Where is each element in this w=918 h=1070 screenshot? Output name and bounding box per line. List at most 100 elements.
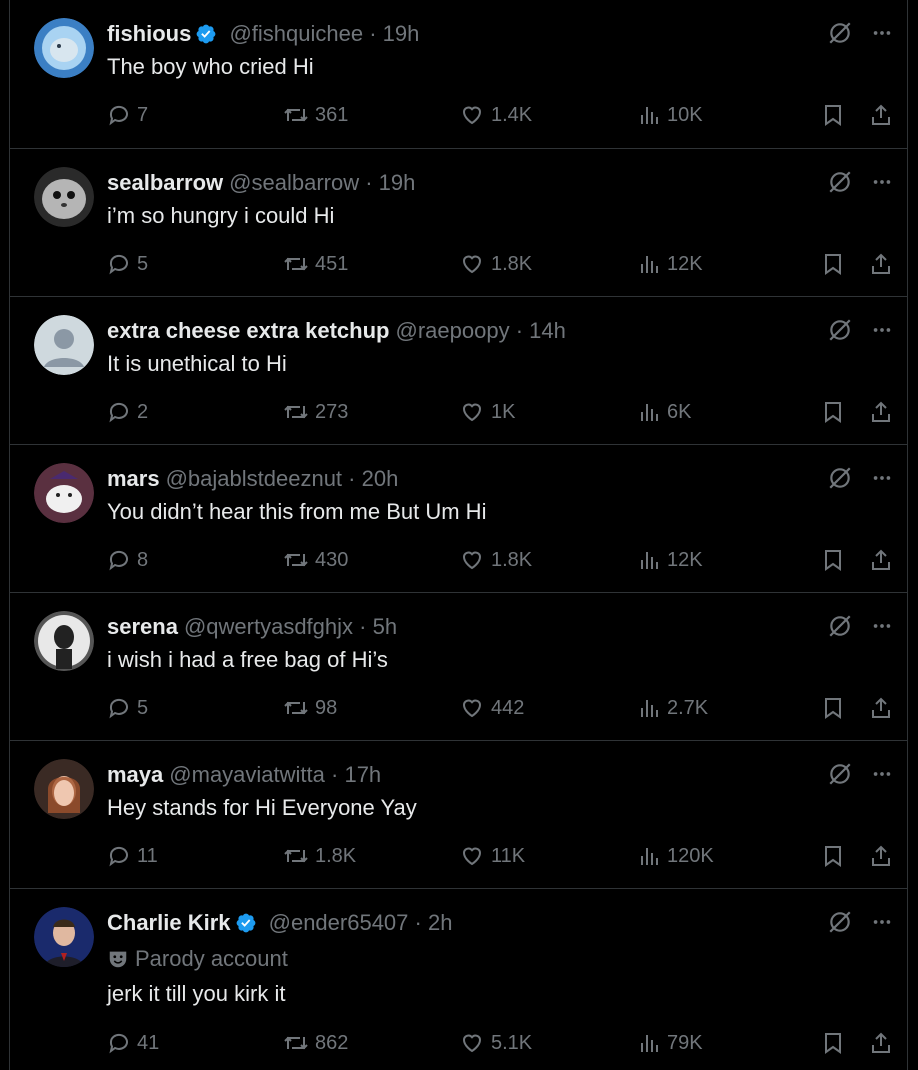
- tweet[interactable]: Charlie Kirk @ender65407 · 2h Parody acc…: [10, 889, 907, 1070]
- avatar[interactable]: [34, 907, 94, 967]
- grok-icon[interactable]: [827, 613, 853, 639]
- tweet[interactable]: extra cheese extra ketchup @raepoopy · 14…: [10, 297, 907, 445]
- retweet-button[interactable]: 862: [283, 1028, 348, 1058]
- views-button[interactable]: 6K: [637, 397, 691, 427]
- share-button[interactable]: [869, 100, 893, 130]
- bookmark-button[interactable]: [821, 1028, 845, 1058]
- more-options-icon[interactable]: [871, 615, 893, 637]
- share-button[interactable]: [869, 397, 893, 427]
- retweet-button[interactable]: 430: [283, 545, 348, 575]
- timestamp[interactable]: 5h: [373, 614, 397, 639]
- share-button[interactable]: [869, 841, 893, 871]
- reply-button[interactable]: 11: [107, 841, 158, 871]
- more-options-icon[interactable]: [871, 467, 893, 489]
- avatar[interactable]: [34, 315, 94, 375]
- timestamp[interactable]: 20h: [362, 466, 399, 491]
- avatar[interactable]: [34, 759, 94, 819]
- views-button[interactable]: 12K: [637, 249, 703, 279]
- timestamp[interactable]: 14h: [529, 318, 566, 343]
- handle[interactable]: @ender65407: [269, 910, 409, 935]
- timestamp[interactable]: 19h: [383, 21, 420, 46]
- reply-button[interactable]: 5: [107, 249, 148, 279]
- like-button[interactable]: 5.1K: [459, 1028, 532, 1058]
- more-options-icon[interactable]: [871, 911, 893, 933]
- grok-icon[interactable]: [827, 20, 853, 46]
- bookmark-button[interactable]: [821, 249, 845, 279]
- avatar[interactable]: [34, 463, 94, 523]
- display-name[interactable]: extra cheese extra ketchup: [107, 318, 390, 343]
- display-name[interactable]: maya: [107, 762, 163, 787]
- grok-icon[interactable]: [827, 169, 853, 195]
- reply-button[interactable]: 2: [107, 397, 148, 427]
- share-button[interactable]: [869, 545, 893, 575]
- bookmark-button[interactable]: [821, 841, 845, 871]
- more-options-icon[interactable]: [871, 763, 893, 785]
- handle[interactable]: @bajablstdeeznut: [166, 466, 342, 491]
- reply-button[interactable]: 8: [107, 545, 148, 575]
- reply-button[interactable]: 7: [107, 100, 148, 130]
- reply-button[interactable]: 41: [107, 1028, 159, 1058]
- bookmark-icon: [825, 402, 841, 423]
- tweet[interactable]: serena @qwertyasdfghjx · 5h i wish i had …: [10, 593, 907, 741]
- tweet[interactable]: maya @mayaviatwitta · 17h Hey stands for …: [10, 741, 907, 889]
- share-button[interactable]: [869, 249, 893, 279]
- like-button[interactable]: 1.8K: [459, 249, 532, 279]
- separator-dot: ·: [359, 170, 379, 195]
- retweet-button[interactable]: 98: [283, 693, 337, 723]
- views-button[interactable]: 10K: [637, 100, 703, 130]
- like-button[interactable]: 1K: [459, 397, 515, 427]
- share-button[interactable]: [869, 1028, 893, 1058]
- handle[interactable]: @mayaviatwitta: [169, 762, 325, 787]
- tweet[interactable]: mars @bajablstdeeznut · 20h You didn’t he…: [10, 445, 907, 593]
- more-options-icon[interactable]: [871, 319, 893, 341]
- timestamp[interactable]: 17h: [344, 762, 381, 787]
- retweet-button[interactable]: 1.8K: [283, 841, 356, 871]
- timestamp[interactable]: 19h: [379, 170, 416, 195]
- display-name[interactable]: sealbarrow: [107, 170, 223, 195]
- share-button[interactable]: [869, 693, 893, 723]
- avatar[interactable]: [34, 167, 94, 227]
- separator-dot: ·: [408, 910, 428, 935]
- reply-button[interactable]: 5: [107, 693, 148, 723]
- bookmark-button[interactable]: [821, 100, 845, 130]
- avatar[interactable]: [34, 611, 94, 671]
- handle[interactable]: @raepoopy: [396, 318, 510, 343]
- bookmark-button[interactable]: [821, 693, 845, 723]
- reply-count: 41: [137, 1032, 160, 1054]
- views-button[interactable]: 79K: [637, 1028, 703, 1058]
- display-name[interactable]: fishious: [107, 21, 191, 46]
- tweet-top-icons: [827, 169, 893, 195]
- timestamp[interactable]: 2h: [428, 910, 452, 935]
- heart-icon: [462, 551, 482, 570]
- handle[interactable]: @qwertyasdfghjx: [184, 614, 353, 639]
- more-options-icon[interactable]: [871, 22, 893, 44]
- display-name[interactable]: mars: [107, 466, 160, 491]
- grok-icon[interactable]: [827, 909, 853, 935]
- grok-icon[interactable]: [827, 317, 853, 343]
- tweet[interactable]: fishious @fishquichee · 19h The boy who …: [10, 0, 907, 149]
- views-button[interactable]: 12K: [637, 545, 703, 575]
- display-name[interactable]: Charlie Kirk: [107, 910, 231, 935]
- views-chart-icon: [641, 1035, 658, 1052]
- heart-icon: [462, 699, 482, 718]
- avatar[interactable]: [34, 18, 94, 78]
- bookmark-button[interactable]: [821, 397, 845, 427]
- like-button[interactable]: 1.8K: [459, 545, 532, 575]
- bookmark-button[interactable]: [821, 545, 845, 575]
- tweet[interactable]: sealbarrow @sealbarrow · 19h i’m so hungr…: [10, 149, 907, 297]
- views-button[interactable]: 120K: [637, 841, 714, 871]
- like-button[interactable]: 11K: [459, 841, 525, 871]
- grok-icon[interactable]: [827, 465, 853, 491]
- more-options-icon[interactable]: [871, 171, 893, 193]
- views-button[interactable]: 2.7K: [637, 693, 708, 723]
- retweet-button[interactable]: 361: [283, 100, 348, 130]
- display-name[interactable]: serena: [107, 614, 178, 639]
- handle[interactable]: @sealbarrow: [229, 170, 359, 195]
- grok-icon[interactable]: [827, 761, 853, 787]
- retweet-button[interactable]: 273: [283, 397, 348, 427]
- like-button[interactable]: 1.4K: [459, 100, 532, 130]
- retweet-button[interactable]: 451: [283, 249, 348, 279]
- views-chart-icon: [641, 256, 658, 273]
- handle[interactable]: @fishquichee: [229, 21, 363, 46]
- like-button[interactable]: 442: [459, 693, 524, 723]
